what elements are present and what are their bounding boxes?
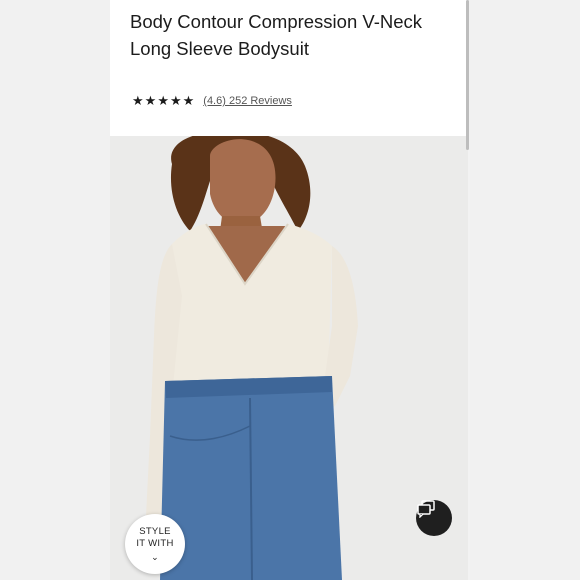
left-background [0, 0, 110, 580]
star-icon: ★ [169, 93, 182, 108]
star-icon: ★ [144, 93, 157, 108]
star-icon: ★ [132, 93, 144, 108]
star-icon: ★ [157, 93, 169, 108]
right-background [470, 0, 580, 580]
reviews-link[interactable]: (4.6) 252 Reviews [203, 95, 292, 107]
style-it-with-button[interactable]: STYLE IT WITH ⌄ [125, 514, 185, 574]
star-rating: ★ ★ ★ ★ ★ [132, 94, 194, 108]
style-label-line2: IT WITH [136, 537, 174, 549]
half-star-icon: ★ [182, 93, 195, 108]
model-illustration [110, 136, 468, 580]
chevron-down-icon: ⌄ [151, 551, 159, 562]
chat-button[interactable] [416, 500, 452, 536]
rating-row[interactable]: ★ ★ ★ ★ ★ (4.6) 252 Reviews [132, 94, 292, 108]
product-card: Body Contour Compression V-Neck Long Sle… [110, 0, 468, 580]
product-photo[interactable]: STYLE IT WITH ⌄ [110, 136, 468, 580]
scrollbar[interactable] [466, 0, 469, 150]
style-label-line1: STYLE [139, 525, 171, 537]
chat-bubbles-icon [417, 500, 435, 518]
product-header: Body Contour Compression V-Neck Long Sle… [110, 0, 468, 136]
product-title: Body Contour Compression V-Neck Long Sle… [130, 11, 423, 59]
